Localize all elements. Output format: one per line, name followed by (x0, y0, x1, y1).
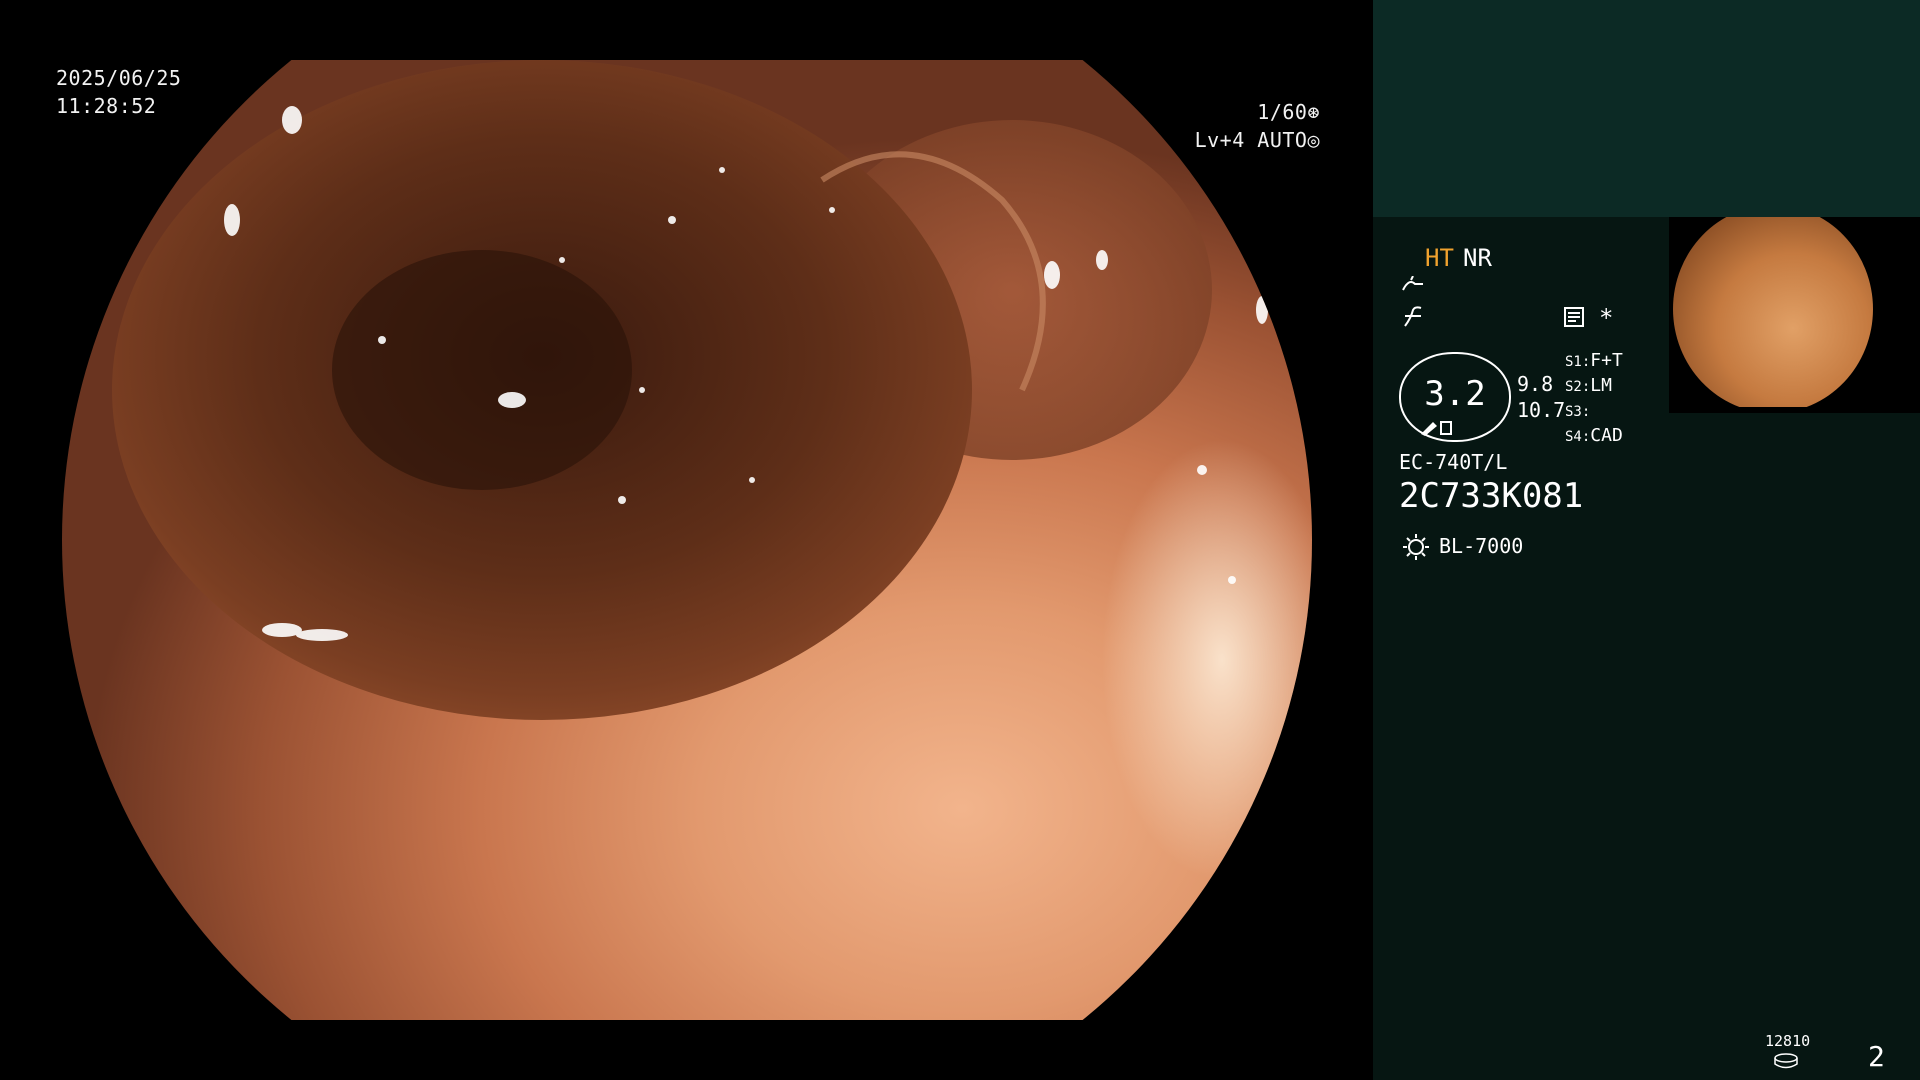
panel-header-area (1373, 0, 1920, 217)
storage-icon (1773, 1050, 1799, 1075)
endoscopy-display: 2025/06/25 11:28:52 1/60⊛ Lv+4 AUTO◎ HT … (0, 0, 1920, 1080)
setting-value: LM (1590, 375, 1612, 396)
setting-s4: S4:CAD (1565, 425, 1623, 446)
setting-s1: S1:F+T (1565, 350, 1623, 371)
info-panel: HT NR * 3.2 9.8 10.7 S1:F+T S2:LM S3: S4… (1373, 0, 1920, 1080)
timestamp: 2025/06/25 11:28:52 (56, 64, 181, 120)
light-source-model: BL-7000 (1439, 534, 1524, 558)
setting-key: S3 (1565, 404, 1582, 420)
shutter-row: 1/60⊛ (1195, 98, 1320, 126)
setting-s3: S3: (1565, 404, 1591, 420)
page-number: 2 (1868, 1040, 1885, 1073)
star-icon: * (1599, 304, 1614, 332)
date-text: 2025/06/25 (56, 66, 182, 90)
level-text: Lv+4 AUTO (1194, 128, 1308, 152)
color-curve-icon (1401, 306, 1425, 334)
setting-value: CAD (1590, 425, 1623, 446)
setting-s2: S2:LM (1565, 375, 1612, 396)
iris-icon: ⊛ (1307, 100, 1320, 124)
nr-label: NR (1463, 244, 1492, 272)
gauge-number-1: 9.8 (1517, 372, 1554, 396)
gauge-number-2: 10.7 (1517, 398, 1566, 422)
endoscope-view (62, 60, 1312, 1020)
setting-key: S2 (1565, 379, 1582, 395)
shutter-text: 1/60 (1257, 100, 1308, 124)
thumbnail-image (1673, 217, 1873, 407)
magnification-gauge: 3.2 (1399, 352, 1511, 442)
level-row: Lv+4 AUTO◎ (1195, 126, 1320, 154)
ht-label: HT (1425, 244, 1454, 272)
setting-key: S1 (1565, 354, 1582, 370)
setting-value: F+T (1590, 350, 1623, 371)
gauge-value: 3.2 (1424, 374, 1486, 414)
light-source-icon (1401, 532, 1431, 568)
record-settings-icon (1563, 306, 1585, 334)
enhancement-curve-icon (1401, 275, 1425, 302)
auto-icon: ◎ (1307, 128, 1320, 152)
thumbnail-preview[interactable] (1669, 217, 1920, 413)
colon-lumen-image (112, 60, 1312, 880)
scope-serial: 2C733K081 (1399, 476, 1584, 516)
scope-model: EC-740T/L (1399, 450, 1508, 474)
setting-key: S4 (1565, 429, 1582, 445)
time-text: 11:28:52 (56, 94, 157, 118)
pen-icon (1419, 418, 1455, 440)
exposure-info: 1/60⊛ Lv+4 AUTO◎ (1195, 98, 1320, 154)
image-counter: 12810 (1765, 1032, 1811, 1050)
